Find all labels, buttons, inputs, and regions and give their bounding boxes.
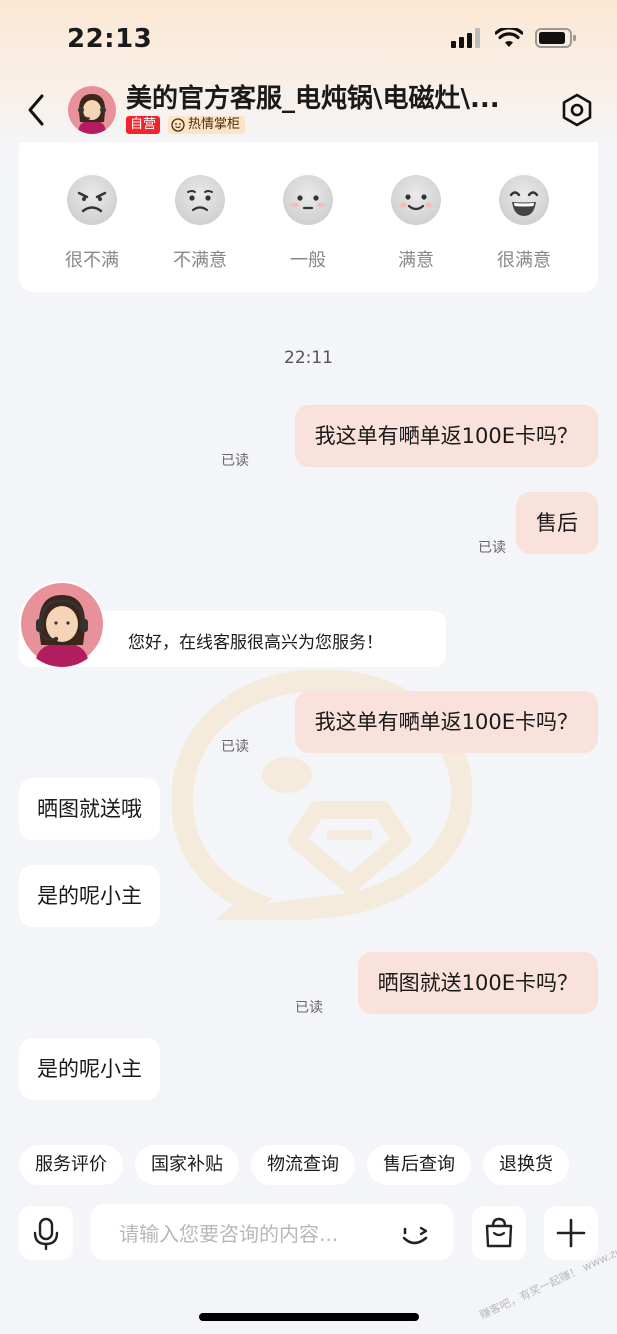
read-receipt: 已读 — [295, 1000, 323, 1016]
quick-reply-service-rating[interactable]: 服务评价 — [19, 1145, 123, 1185]
chat-message-sent[interactable]: 晒图就送100E卡吗？ — [357, 952, 598, 1014]
self-operated-badge: 自营 — [126, 116, 161, 134]
agent-avatar[interactable] — [19, 581, 105, 667]
rating-label: 不满意 — [173, 250, 227, 271]
quick-reply-national-subsidy[interactable]: 国家补贴 — [135, 1145, 239, 1185]
agent-avatar-icon — [68, 86, 116, 134]
read-receipt: 已读 — [221, 739, 249, 755]
satisfied-face-icon — [391, 175, 441, 225]
rating-label: 一般 — [290, 250, 326, 271]
quick-reply-logistics[interactable]: 物流查询 — [251, 1145, 355, 1185]
message-input-bar: 请输入您要咨询的内容... — [0, 1204, 617, 1262]
emoji-button[interactable] — [399, 1216, 433, 1250]
chat-message-received[interactable]: 晒图就送哦 — [19, 778, 160, 840]
wink-emoji-icon — [402, 1226, 428, 1245]
chat-message-sent[interactable]: 我这单有嗮单返100E卡吗？ — [294, 405, 598, 467]
welcome-message-text: 您好，在线客服很高兴为您服务！ — [128, 633, 383, 653]
shop-name: 美的官方客服_电炖锅\电磁灶\... — [126, 84, 500, 114]
hexagon-gear-icon — [562, 93, 592, 127]
satisfaction-rating-card: 很不满 不满意 一般 满意 很满意 — [19, 142, 598, 292]
very-satisfied-face-icon — [499, 175, 549, 225]
rating-option-very-dissatisfied[interactable]: 很不满 — [42, 174, 142, 272]
cellular-signal-icon — [451, 28, 480, 48]
hot-badge-label: 热情掌柜 — [188, 117, 241, 132]
chat-header: 美的官方客服_电炖锅\电磁灶\... 自营 热情掌柜 — [0, 78, 617, 142]
agent-avatar-icon — [21, 583, 103, 667]
home-indicator[interactable] — [199, 1313, 419, 1321]
neutral-face-icon — [283, 175, 333, 225]
status-time: 22:13 — [67, 24, 153, 54]
rating-option-satisfied[interactable]: 满意 — [366, 174, 466, 272]
microphone-icon — [33, 1217, 59, 1251]
rating-label: 很满意 — [497, 250, 551, 271]
read-receipt: 已读 — [221, 453, 249, 469]
chat-message-sent[interactable]: 售后 — [516, 492, 598, 554]
very-dissatisfied-face-icon — [67, 175, 117, 225]
order-bag-button[interactable] — [472, 1206, 526, 1260]
battery-icon — [535, 28, 576, 48]
status-icons — [451, 28, 577, 48]
rating-option-very-satisfied[interactable]: 很满意 — [474, 174, 574, 272]
chat-timestamp: 22:11 — [284, 348, 333, 368]
read-receipt: 已读 — [478, 540, 506, 556]
plus-icon — [556, 1218, 586, 1248]
back-button[interactable] — [22, 90, 50, 130]
chat-message-received[interactable]: 是的呢小主 — [19, 1038, 160, 1100]
wifi-icon — [495, 28, 523, 47]
rating-label: 满意 — [398, 250, 434, 271]
dissatisfied-face-icon — [175, 175, 225, 225]
chat-message-sent[interactable]: 我这单有嗮单返100E卡吗？ — [294, 691, 598, 753]
shopping-bag-icon — [485, 1217, 513, 1248]
message-input[interactable]: 请输入您要咨询的内容... — [91, 1204, 453, 1260]
quick-reply-return-exchange[interactable]: 退换货 — [483, 1145, 569, 1185]
rating-label: 很不满 — [65, 250, 119, 271]
settings-button[interactable] — [559, 92, 595, 128]
quick-reply-after-sales[interactable]: 售后查询 — [367, 1145, 471, 1185]
voice-input-button[interactable] — [19, 1206, 73, 1260]
rating-option-neutral[interactable]: 一般 — [258, 174, 358, 272]
more-actions-button[interactable] — [544, 1206, 598, 1260]
quick-reply-bar: 服务评价 国家补贴 物流查询 售后查询 退换货 — [19, 1145, 569, 1185]
rating-option-dissatisfied[interactable]: 不满意 — [150, 174, 250, 272]
status-bar: 22:13 — [0, 0, 617, 80]
smile-badge-icon — [171, 118, 185, 132]
hot-shopkeeper-badge: 热情掌柜 — [168, 116, 246, 134]
message-input-placeholder: 请输入您要咨询的内容... — [119, 1222, 339, 1246]
chevron-left-icon — [28, 94, 44, 126]
chat-message-received[interactable]: 是的呢小主 — [19, 865, 160, 927]
shop-avatar[interactable] — [68, 86, 116, 134]
